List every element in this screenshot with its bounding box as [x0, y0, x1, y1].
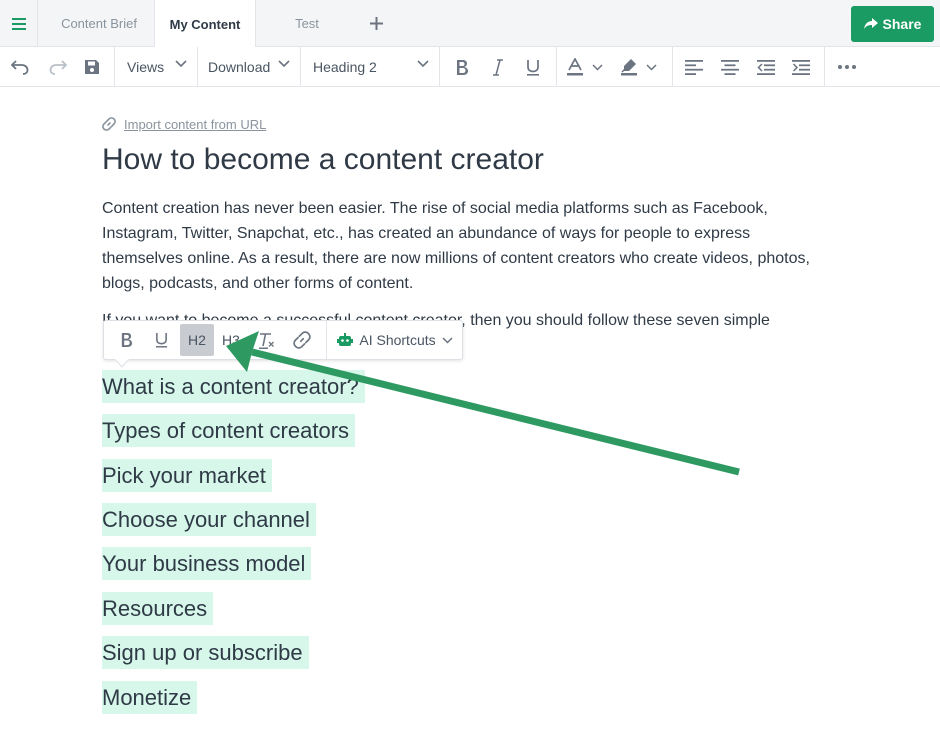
tab-bar: Content Brief My Content Test Share [0, 0, 940, 48]
tab-content-brief[interactable]: Content Brief [44, 0, 154, 47]
heading-item[interactable]: Choose your channel [102, 503, 316, 536]
inline-link-button[interactable] [288, 324, 316, 356]
text-color-button[interactable] [566, 47, 612, 87]
underline-icon [155, 333, 167, 348]
heading-dropdown[interactable]: Heading 2 [301, 47, 439, 87]
heading-item[interactable]: Pick your market [102, 459, 272, 492]
tab-my-content[interactable]: My Content [154, 0, 256, 48]
underline-button[interactable] [521, 47, 545, 87]
save-icon [85, 60, 99, 74]
link-icon [293, 331, 311, 349]
document-title[interactable]: How to become a content creator [102, 143, 544, 177]
undo-button[interactable] [6, 47, 34, 87]
bold-icon [121, 333, 132, 347]
chevron-down-icon [417, 60, 429, 68]
heading-item[interactable]: Monetize [102, 681, 198, 714]
italic-icon [493, 58, 503, 76]
highlight-icon [621, 59, 637, 76]
chevron-down-icon [175, 60, 187, 68]
heading-item[interactable]: Sign up or subscribe [102, 636, 309, 669]
menu-button[interactable] [0, 0, 38, 47]
outdent-button[interactable] [754, 47, 778, 87]
clear-format-icon [258, 332, 274, 349]
bold-button[interactable] [450, 47, 474, 87]
chevron-down-icon [442, 336, 453, 344]
underline-icon [527, 59, 539, 76]
download-label: Download [208, 59, 271, 75]
heading-item[interactable]: Your business model [102, 547, 312, 580]
link-icon [102, 117, 116, 131]
text-color-icon [567, 58, 583, 76]
views-label: Views [127, 59, 165, 75]
heading-item[interactable]: Types of content creators [102, 414, 356, 447]
download-dropdown[interactable]: Download [196, 47, 300, 87]
divider [824, 47, 825, 87]
save-button[interactable] [80, 47, 104, 87]
heading-item[interactable]: Resources [102, 592, 214, 625]
redo-icon [49, 60, 67, 75]
heading-label: Heading 2 [313, 59, 377, 75]
intro-paragraph[interactable]: Content creation has never been easier. … [102, 196, 822, 296]
plus-icon [369, 17, 383, 30]
import-content-link[interactable]: Import content from URL [102, 115, 266, 133]
indent-button[interactable] [789, 47, 813, 87]
menu-icon [11, 17, 26, 30]
chevron-down-icon [592, 63, 603, 71]
divider [556, 47, 557, 87]
chevron-down-icon [646, 63, 657, 71]
divider [672, 47, 673, 87]
chevron-down-icon [278, 60, 290, 68]
heading-item[interactable]: What is a content creator? [102, 370, 365, 403]
floating-format-toolbar: H2 H3 AI Shortcuts [103, 320, 463, 360]
add-tab-button[interactable] [360, 0, 392, 47]
share-button[interactable]: Share [851, 6, 934, 42]
toolbar-caret [115, 359, 129, 368]
tab-test[interactable]: Test [258, 0, 356, 47]
highlight-button[interactable] [620, 47, 666, 87]
more-icon [838, 65, 856, 69]
inline-underline-button[interactable] [147, 324, 175, 356]
import-link-text: Import content from URL [124, 116, 267, 132]
divider [326, 321, 327, 359]
share-label: Share [882, 16, 922, 32]
redo-button[interactable] [44, 47, 72, 87]
inline-h2-button[interactable]: H2 [180, 324, 214, 356]
align-left-button[interactable] [682, 47, 706, 87]
inline-bold-button[interactable] [112, 324, 140, 356]
undo-icon [11, 60, 29, 75]
ai-shortcuts-label: AI Shortcuts [359, 332, 436, 348]
editor-toolbar: Views Download Heading 2 [0, 47, 940, 87]
more-button[interactable] [834, 47, 860, 87]
inline-h3-button[interactable]: H3 [216, 324, 246, 356]
robot-icon [337, 333, 354, 346]
align-center-button[interactable] [718, 47, 742, 87]
share-icon [863, 18, 878, 29]
clear-format-button[interactable] [252, 324, 280, 356]
bold-icon [457, 59, 468, 75]
divider [439, 47, 440, 87]
align-left-icon [685, 59, 703, 75]
italic-button[interactable] [486, 47, 510, 87]
outdent-icon [757, 59, 775, 75]
indent-icon [792, 59, 810, 75]
ai-shortcuts-dropdown[interactable]: AI Shortcuts [334, 324, 456, 356]
views-dropdown[interactable]: Views [115, 47, 197, 87]
align-center-icon [721, 59, 739, 75]
